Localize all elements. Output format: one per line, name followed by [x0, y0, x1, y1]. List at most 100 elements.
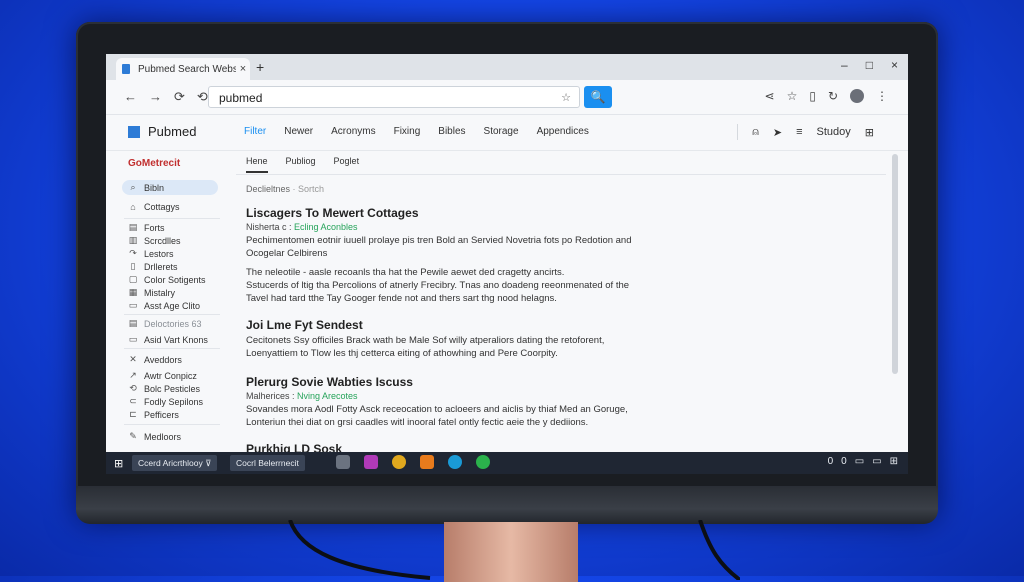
sidebar-item[interactable]: ▢ Color Sotigents	[128, 274, 206, 285]
app-icon[interactable]	[336, 455, 350, 469]
close-window-icon[interactable]: ×	[891, 58, 898, 72]
browser-icon[interactable]	[392, 455, 406, 469]
redo-icon: ↷	[129, 248, 137, 258]
bookmark-star-icon[interactable]: ☆	[561, 87, 571, 109]
panel-icon[interactable]: ⊞	[865, 126, 874, 139]
list-icon[interactable]: ≡	[796, 126, 802, 138]
address-bar[interactable]: pubmed ☆	[208, 86, 580, 108]
tray-icon[interactable]: ▭	[872, 456, 881, 467]
taskbar-window[interactable]: Cocrl Belerrnecit	[230, 455, 305, 471]
sidebar-item-cottages[interactable]: ⌂ Cottagys	[128, 202, 179, 212]
site-top-nav: Filter Newer Acronyms Fixing Bibles Stor…	[244, 126, 589, 137]
back-icon[interactable]: ←	[124, 89, 137, 105]
profile-avatar[interactable]	[850, 89, 864, 103]
sidebar-item-label: Asid Vart Knons	[144, 334, 208, 345]
tab-title: Pubmed Search Website	[138, 63, 236, 75]
search-button[interactable]: 🔍	[584, 86, 612, 108]
logo-icon	[128, 125, 140, 138]
reader-icon[interactable]: ▯	[809, 89, 816, 103]
sidebar-item[interactable]: ▯ Drllerets	[128, 261, 178, 272]
browser-nav-bar: ← → ⟳ ⟲ pubmed ☆ 🔍 ⋖ ☆ ▯ ↻ ⋮	[106, 80, 908, 115]
sidebar-item[interactable]: ⊂ Fodly Sepilons	[128, 396, 203, 407]
nav-item-bibles[interactable]: Bibles	[438, 126, 465, 137]
history-icon[interactable]: ↻	[828, 89, 838, 103]
scrollbar[interactable]	[892, 154, 898, 374]
sidebar-item-label: Drllerets	[144, 261, 178, 272]
close-tab-icon[interactable]: ×	[236, 63, 250, 75]
article-tag[interactable]: Ecling Aconbles	[294, 222, 358, 232]
sidebar-item[interactable]: ▭ Asst Age Clito	[128, 300, 200, 311]
search-icon: ⌕	[130, 182, 136, 192]
sidebar-item[interactable]: ⟲ Bolc Pesticles	[128, 383, 200, 394]
site-logo[interactable]: Pubmed	[128, 124, 196, 139]
article-meta: Nisherta c : Ecling Aconbles	[246, 222, 686, 232]
sidebar-item-label: Mistalry	[144, 287, 175, 298]
tab-publishing[interactable]: Publiog	[286, 156, 316, 173]
new-tab-button[interactable]: +	[256, 59, 264, 75]
tab-poglet[interactable]: Poglet	[334, 156, 360, 173]
sidebar-item-label: Pefficers	[144, 409, 179, 420]
taskbar-window[interactable]: Ccerd Aricrthlooy ⊽	[132, 455, 218, 471]
main-content: Hene Publiog Poglet Declieltnes · Sortch…	[226, 150, 890, 456]
sidebar-item-label: Color Sotigents	[144, 274, 206, 285]
sidebar-item-footer[interactable]: ✎ Medloors	[128, 431, 181, 442]
article-title[interactable]: Liscagers To Mewert Cottages	[246, 206, 686, 220]
sidebar-divider	[124, 218, 220, 219]
menu-icon[interactable]: ⋮	[876, 89, 888, 103]
article-meta: Malherices : Nving Arecotes	[246, 391, 686, 401]
nav-item-storage[interactable]: Storage	[484, 126, 519, 137]
article-title[interactable]: Joi Lme Fyt Sendest	[246, 318, 686, 332]
sidebar-item[interactable]: ↷ Lestors	[128, 248, 173, 259]
share-icon[interactable]: ⋖	[765, 89, 775, 103]
sidebar-item-directories[interactable]: ▤ Deloctories 63	[128, 318, 202, 329]
settings-link[interactable]: Studoy	[817, 126, 851, 138]
article-tag[interactable]: Nving Arecotes	[297, 391, 358, 401]
tray-icon[interactable]: ▭	[855, 456, 864, 467]
table-icon: ▦	[128, 287, 138, 297]
nav-item-appendices[interactable]: Appendices	[537, 126, 589, 137]
nav-item-newer[interactable]: Newer	[284, 126, 313, 137]
app-icon[interactable]	[364, 455, 378, 469]
maximize-icon[interactable]: □	[866, 58, 873, 72]
article-meta-prefix: Malherices :	[246, 391, 298, 401]
sidebar-item[interactable]: ↗ Awtr Conpicz	[128, 370, 197, 381]
start-icon[interactable]: ⊞	[114, 457, 126, 470]
nav-item-filter[interactable]: Filter	[244, 126, 266, 137]
breadcrumb-tail[interactable]: · Sortch	[290, 184, 325, 194]
send-icon[interactable]: ➤	[773, 126, 782, 139]
article-snippet-line: Sstucerds of ltig tha Percolions of atne…	[246, 280, 630, 291]
reload-icon[interactable]: ⟲	[197, 89, 208, 105]
system-tray: 0 0 ▭ ▭ ⊞	[828, 456, 898, 467]
tray-icon[interactable]: ⊞	[890, 456, 898, 467]
sidebar-item-search[interactable]: ⌕ Bibln	[128, 182, 164, 193]
notifications-icon[interactable]: ⍝	[752, 126, 759, 139]
tray-icon[interactable]: 0	[841, 456, 847, 467]
tab-home[interactable]: Hene	[246, 156, 268, 173]
app-icon[interactable]	[448, 455, 462, 469]
app-icon[interactable]	[420, 455, 434, 469]
sidebar-item[interactable]: ▤ Forts	[128, 222, 165, 233]
forward-alt-icon[interactable]: ⟳	[174, 89, 185, 105]
app-icon[interactable]	[476, 455, 490, 469]
sidebar-item[interactable]: ▭ Asid Vart Knons	[128, 334, 208, 345]
sidebar-item-label: Forts	[144, 222, 165, 233]
nav-item-fixing[interactable]: Fixing	[394, 126, 421, 137]
tray-icon[interactable]: 0	[828, 456, 834, 467]
minimize-icon[interactable]: –	[841, 58, 848, 72]
article-snippet-line: The neleotile - aasle recoanls tha hat t…	[246, 267, 565, 278]
forward-icon[interactable]: →	[149, 89, 162, 105]
doc-icon: ▤	[128, 222, 138, 232]
favorite-icon[interactable]: ☆	[787, 89, 798, 103]
sidebar-item[interactable]: ▥ Scrcdlles	[128, 235, 181, 246]
breadcrumb-root[interactable]: Declieltnes	[246, 184, 290, 194]
site-header-right: ⍝ ➤ ≡ Studoy ⊞	[737, 124, 874, 140]
sidebar-item-label: Aveddors	[144, 354, 182, 365]
sidebar-item[interactable]: ▦ Mistalry	[128, 287, 175, 298]
article-title[interactable]: Plerurg Sovie Wabties Iscuss	[246, 375, 686, 389]
sidebar-item[interactable]: ⊏ Pefficers	[128, 409, 179, 420]
nav-item-acronyms[interactable]: Acronyms	[331, 126, 375, 137]
screen: Pubmed Search Website × + – □ × ← → ⟳ ⟲ …	[106, 54, 908, 474]
sidebar-section-header[interactable]: ✕ Aveddors	[128, 354, 182, 365]
browser-tab[interactable]: Pubmed Search Website ×	[116, 58, 250, 80]
link-icon: ⊂	[129, 396, 137, 406]
